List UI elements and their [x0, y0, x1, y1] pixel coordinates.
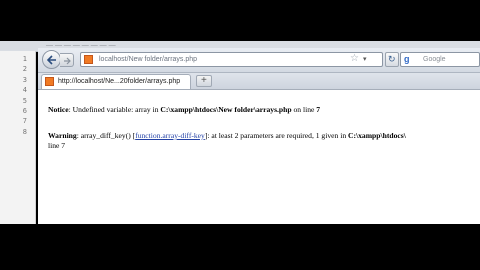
navigation-toolbar: localhost/New folder/arrays.php ☆ ▾ ↻ g …	[38, 48, 480, 73]
line-number: 4	[22, 86, 27, 95]
notice-message: Notice: Undefined variable: array in C:\…	[48, 105, 320, 115]
line-numbers: 1 2 3 4 5 6 7 8	[0, 54, 27, 137]
forward-button[interactable]	[60, 53, 74, 67]
notice-text: : Undefined variable: array in	[68, 105, 161, 114]
plus-icon: +	[201, 75, 207, 86]
back-button[interactable]	[42, 50, 61, 69]
reload-icon: ↻	[388, 54, 396, 64]
bookmark-star-icon[interactable]: ☆	[350, 53, 359, 64]
warning-message: Warning: array_diff_key() [function.arra…	[48, 131, 406, 141]
reload-button[interactable]: ↻	[385, 52, 399, 67]
google-search-icon: g	[404, 54, 410, 64]
tab-strip: http://localhost/Ne...20folder/arrays.ph…	[38, 73, 480, 90]
line-number: 1	[22, 55, 27, 63]
line-number: 8	[22, 127, 27, 136]
address-bar-url: localhost/New folder/arrays.php	[99, 56, 198, 63]
warning-path: C:\xampp\htdocs\	[348, 131, 406, 140]
address-bar[interactable]: localhost/New folder/arrays.php	[80, 52, 383, 67]
notice-line-number: 7	[316, 105, 321, 114]
back-arrow-icon	[47, 55, 56, 65]
tab-title: http://localhost/Ne...20folder/arrays.ph…	[58, 78, 181, 85]
line-number: 3	[22, 75, 27, 84]
line-number: 6	[22, 106, 27, 115]
black-letterbox	[0, 224, 480, 270]
warning-label: Warning	[48, 131, 77, 140]
line-number: 7	[22, 117, 27, 126]
function-doc-link[interactable]: function.array-diff-key	[135, 131, 205, 140]
tab-arrays-php[interactable]: http://localhost/Ne...20folder/arrays.ph…	[41, 74, 191, 89]
notice-label: Notice	[48, 105, 69, 114]
search-engine-label: Google	[423, 56, 446, 63]
site-favicon-icon	[84, 55, 93, 64]
browser-window: localhost/New folder/arrays.php ☆ ▾ ↻ g …	[38, 48, 480, 224]
tab-favicon-icon	[45, 77, 54, 86]
search-bar[interactable]: g Google	[400, 52, 480, 67]
warning-detail: ]: at least 2 parameters are required, 1…	[204, 131, 349, 140]
notice-path: C:\xampp\htdocs\New folder\arrays.php	[160, 105, 292, 114]
warning-line-number: line 7	[48, 141, 66, 150]
page-content: Notice: Undefined variable: array in C:\…	[38, 90, 480, 224]
line-number: 2	[22, 65, 27, 74]
url-dropdown-icon[interactable]: ▾	[363, 54, 367, 65]
notice-line-text: on line	[291, 105, 317, 114]
new-tab-button[interactable]: +	[196, 75, 212, 87]
screen: — — — — — — — — 1 2 3 4 5 6 7 8 localhos…	[0, 0, 480, 270]
warning-text: : array_diff_key() [	[76, 131, 136, 140]
line-number: 5	[22, 96, 27, 105]
forward-arrow-icon	[64, 57, 71, 65]
